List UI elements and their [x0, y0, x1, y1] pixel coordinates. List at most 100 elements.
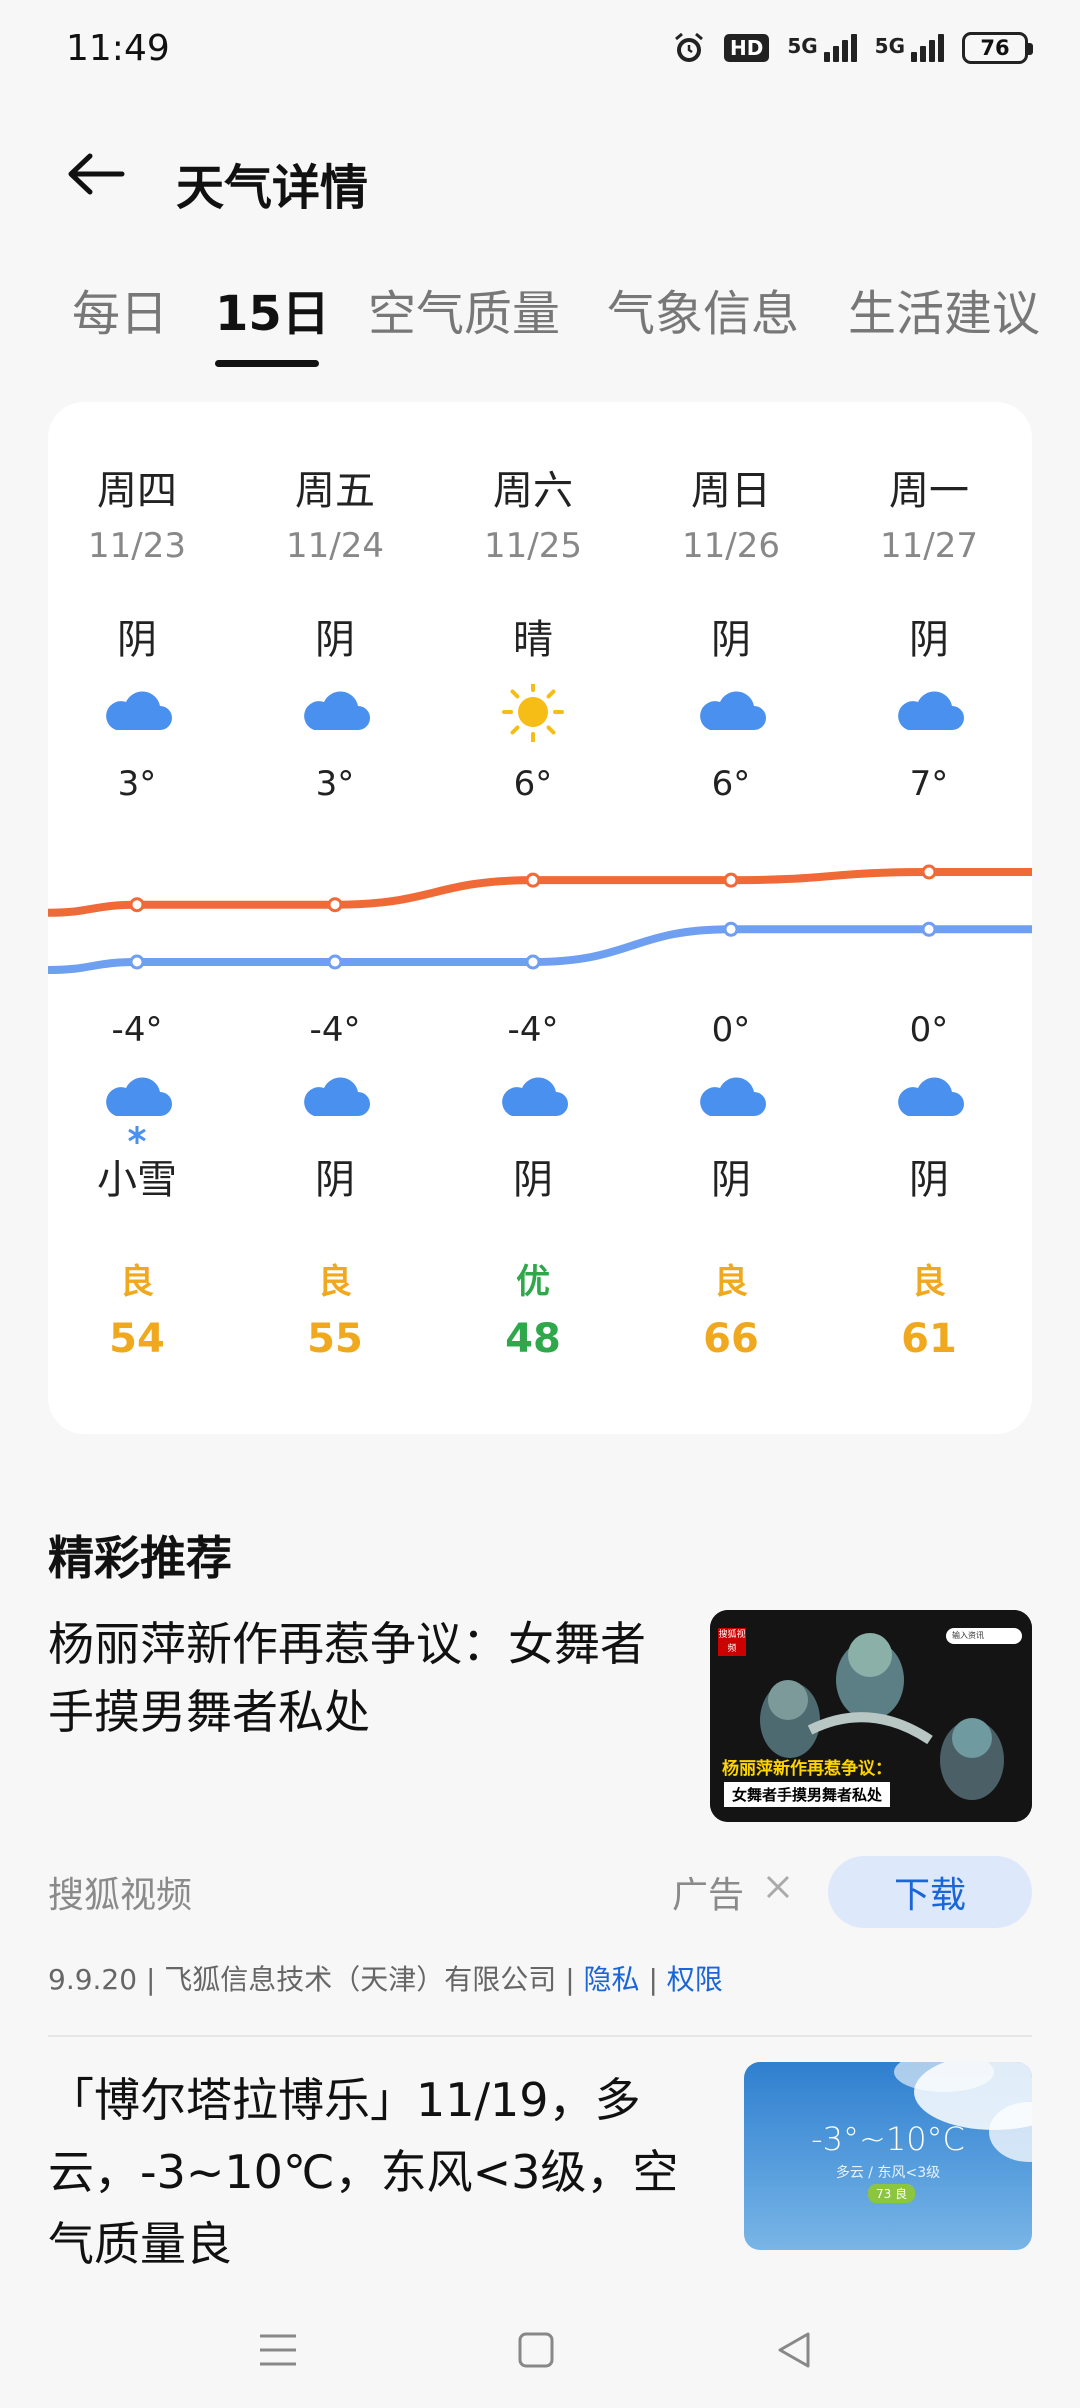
aqi-value: 55 [307, 1316, 363, 1362]
day-weather: 阴 [117, 617, 157, 663]
aqi-value: 54 [109, 1316, 165, 1362]
home-button[interactable] [504, 2318, 568, 2382]
high-temperature: 3° [315, 764, 355, 804]
status-icons: HD 5G 5G 76 [672, 31, 1033, 65]
news-title[interactable]: 杨丽萍新作再惹争议：女舞者手摸男舞者私处 [48, 1610, 658, 1746]
tab-15-day[interactable]: 15日 [215, 274, 330, 344]
high-temperature: 3° [117, 764, 157, 804]
forecast-day-column[interactable]: 周五 11/24 阴 3° -4° 阴良 55 [236, 402, 434, 1434]
day-weather: 阴 [909, 617, 949, 663]
tab-weather-info[interactable]: 气象信息 [607, 274, 799, 344]
navigation-bar [0, 2290, 1080, 2408]
thumb-temperature: -3°~10°C [811, 2120, 965, 2158]
news-thumbnail[interactable]: -3°~10°C 多云 / 东风<3级 73 良 [744, 2062, 1032, 2250]
thumb-search-bar: 输入资讯 [946, 1628, 1022, 1644]
thumb-caption: 杨丽萍新作再惹争议： [722, 1759, 892, 1779]
publisher-info: 9.9.20 | 飞狐信息技术（天津）有限公司 | 隐私 | 权限 [48, 1963, 723, 1996]
status-time: 11:49 [66, 27, 170, 69]
day-weather: 阴 [315, 617, 355, 663]
signal-icon: 5G [875, 34, 944, 62]
high-temperature: 7° [909, 764, 949, 804]
day-date: 11/27 [880, 526, 978, 566]
hd-badge: HD [723, 34, 770, 62]
source-name: 搜狐视频 [48, 1875, 193, 1916]
cloud-icon [434, 1070, 632, 1150]
signal-label: 5G [787, 34, 818, 58]
thumb-logo: 搜狐视频 [718, 1628, 746, 1656]
app-version: 9.9.20 [48, 1963, 138, 1996]
close-ad-button[interactable] [756, 1862, 800, 1912]
signal-label: 5G [874, 34, 905, 58]
low-temperature: 0° [711, 1010, 751, 1050]
news-thumbnail[interactable]: 搜狐视频 输入资讯 杨丽萍新作再惹争议： 女舞者手摸男舞者私处 [710, 1610, 1032, 1822]
day-date: 11/25 [484, 526, 582, 566]
signal-icon: 5G [787, 34, 857, 62]
aqi-level: 良 [714, 1262, 748, 1302]
news-title[interactable]: 「博尔塔拉博乐」11/19，多云，-3~10℃，东风<3级，空气质量良 [48, 2064, 708, 2280]
cloud-icon [236, 684, 434, 754]
publisher-company: 飞狐信息技术（天津）有限公司 [164, 1963, 557, 1996]
night-weather: 阴 [909, 1157, 949, 1203]
day-date: 11/24 [286, 526, 384, 566]
back-nav-button[interactable] [762, 2318, 826, 2382]
forecast-card: 周四 11/23 阴 3° -4° 小雪良 54 周五 11/24 阴 3° -4° 阴良 55 周六 11/… [48, 402, 1032, 1434]
day-weather: 阴 [711, 617, 751, 663]
header: 天气详情 [0, 130, 1080, 218]
tab-air-quality[interactable]: 空气质量 [368, 274, 560, 344]
cloud-icon [38, 684, 236, 754]
battery-level: 76 [980, 36, 1010, 60]
tab-daily[interactable]: 每日 [72, 274, 168, 344]
low-temperature: -4° [111, 1010, 163, 1050]
aqi-value: 61 [901, 1316, 957, 1362]
download-button[interactable]: 下载 [828, 1856, 1032, 1928]
tab-bar: 每日 15日 空气质量 气象信息 生活建议 [0, 262, 1080, 372]
privacy-link[interactable]: 隐私 [584, 1963, 640, 1996]
day-name: 周日 [691, 468, 771, 514]
sun-icon [434, 684, 632, 754]
forecast-day-column[interactable]: 周四 11/23 阴 3° -4° 小雪良 54 [38, 402, 236, 1434]
night-weather: 阴 [513, 1157, 553, 1203]
permissions-link[interactable]: 权限 [667, 1963, 723, 1996]
day-date: 11/26 [682, 526, 780, 566]
tab-life-advice[interactable]: 生活建议 [848, 274, 1040, 344]
section-title: 精彩推荐 [48, 1531, 232, 1585]
day-name: 周四 [97, 468, 177, 514]
page-title: 天气详情 [176, 160, 369, 216]
day-name: 周六 [493, 468, 573, 514]
status-bar: 11:49 HD 5G 5G 76 [0, 0, 1080, 96]
forecast-day-column[interactable]: 周六 11/25 晴 6° -4° 阴优 48 [434, 402, 632, 1434]
day-weather: 晴 [513, 617, 553, 663]
thumb-subtitle: 多云 / 东风<3级 [835, 2165, 941, 2181]
low-temperature: -4° [309, 1010, 361, 1050]
aqi-value: 66 [703, 1316, 759, 1362]
high-temperature: 6° [513, 764, 553, 804]
active-tab-indicator [215, 360, 319, 367]
aqi-level: 优 [516, 1262, 550, 1302]
aqi-value: 48 [505, 1316, 561, 1362]
high-temperature: 6° [711, 764, 751, 804]
back-button[interactable] [60, 144, 132, 204]
thumb-aqi-badge: 73 良 [868, 2184, 916, 2203]
aqi-level: 良 [318, 1262, 352, 1302]
ad-label: 广告 [672, 1875, 745, 1916]
cloud-icon [632, 1070, 830, 1150]
home-icon [518, 2332, 554, 2368]
menu-icon [260, 2334, 296, 2366]
night-weather: 阴 [315, 1157, 355, 1203]
cloud-icon [632, 684, 830, 754]
cloud-icon [830, 684, 1028, 754]
battery-icon: 76 [962, 32, 1033, 64]
aqi-level: 良 [912, 1262, 946, 1302]
close-icon [766, 1875, 790, 1899]
menu-button[interactable] [246, 2318, 310, 2382]
alarm-icon [672, 31, 706, 65]
forecast-day-column[interactable]: 周日 11/26 阴 6° 0° 阴良 66 [632, 402, 830, 1434]
divider [48, 2035, 1032, 2037]
low-temperature: -4° [507, 1010, 559, 1050]
cloud-icon [236, 1070, 434, 1150]
forecast-day-column[interactable]: 周一 11/27 阴 7° 0° 阴良 61 [830, 402, 1028, 1434]
low-temperature: 0° [909, 1010, 949, 1050]
night-weather: 小雪 [97, 1157, 177, 1203]
day-date: 11/23 [88, 526, 186, 566]
thumb-caption: 女舞者手摸男舞者私处 [724, 1782, 891, 1807]
